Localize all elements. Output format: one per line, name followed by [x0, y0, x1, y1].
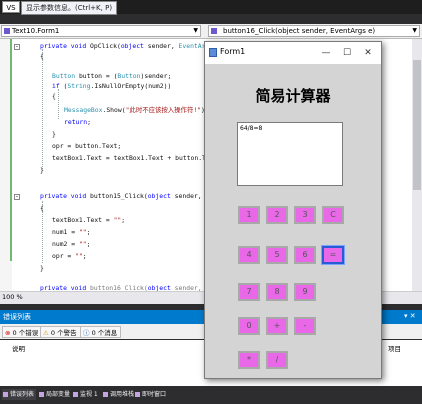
- parameter-info-tooltip: 显示参数信息。(Ctrl+K, P): [21, 1, 118, 15]
- form-title: Form1: [220, 47, 246, 56]
- tab-immediate[interactable]: 即时窗口: [134, 389, 168, 400]
- errors-filter-button[interactable]: ⊗ 0 个错误: [2, 326, 43, 338]
- key-divide[interactable]: /: [266, 351, 288, 369]
- key-1[interactable]: 1: [238, 206, 260, 224]
- member-dropdown[interactable]: button16_Click(object sender, EventArgs …: [208, 25, 420, 37]
- key-clear[interactable]: C: [322, 206, 344, 224]
- key-3[interactable]: 3: [294, 206, 316, 224]
- tab-error-list[interactable]: 错误列表: [2, 389, 37, 400]
- minimize-button[interactable]: —: [316, 44, 336, 62]
- chevron-down-icon: ▼: [412, 27, 417, 34]
- key-equals[interactable]: =: [321, 245, 345, 265]
- error-icon: ⊗: [5, 329, 11, 337]
- errors-count: 0 个错误: [12, 329, 39, 337]
- change-indicator: [10, 39, 12, 261]
- class-dropdown[interactable]: Text10.Form1 ▼: [1, 25, 201, 37]
- scrollbar-thumb[interactable]: [413, 60, 421, 190]
- key-7[interactable]: 7: [238, 283, 260, 301]
- key-5[interactable]: 5: [266, 246, 288, 264]
- member-dropdown-label: button16_Click(object sender, EventArgs …: [223, 27, 376, 35]
- tab-call-stack[interactable]: 调用堆栈: [102, 389, 136, 400]
- key-2[interactable]: 2: [266, 206, 288, 224]
- key-minus[interactable]: -: [294, 317, 316, 335]
- key-0[interactable]: 0: [238, 317, 260, 335]
- key-8[interactable]: 8: [266, 283, 288, 301]
- method-icon: [211, 28, 217, 34]
- result-textbox[interactable]: 64/8=8: [237, 122, 343, 186]
- key-plus[interactable]: +: [266, 317, 288, 335]
- column-description[interactable]: 说明: [12, 343, 25, 353]
- messages-count: 0 个消息: [91, 329, 118, 337]
- key-9[interactable]: 9: [294, 283, 316, 301]
- messages-filter-button[interactable]: ⓘ 0 个消息: [80, 326, 122, 338]
- pin-icon[interactable]: ▾ ✕: [404, 312, 416, 320]
- key-multiply[interactable]: *: [238, 351, 260, 369]
- class-icon: [4, 28, 10, 34]
- tab-locals[interactable]: 局部变量: [38, 389, 72, 400]
- warnings-filter-button[interactable]: ⚠ 0 个警告: [40, 326, 81, 338]
- tab-watch[interactable]: 监视 1: [72, 389, 100, 400]
- class-dropdown-label: Text10.Form1: [12, 27, 60, 35]
- column-project[interactable]: 项目: [388, 343, 401, 353]
- chevron-down-icon: ▼: [193, 27, 198, 34]
- close-button[interactable]: ✕: [358, 44, 378, 62]
- zoom-level[interactable]: 100 %: [2, 292, 38, 302]
- key-6[interactable]: 6: [294, 246, 316, 264]
- key-4[interactable]: 4: [238, 246, 260, 264]
- maximize-button[interactable]: ☐: [337, 44, 357, 62]
- warnings-count: 0 个警告: [50, 329, 77, 337]
- calculator-heading: 简易计算器: [255, 87, 331, 105]
- form-app-icon: [209, 48, 217, 57]
- vs-logo-icon: VS: [2, 1, 20, 13]
- info-icon: ⓘ: [83, 329, 90, 337]
- warning-icon: ⚠: [43, 329, 49, 337]
